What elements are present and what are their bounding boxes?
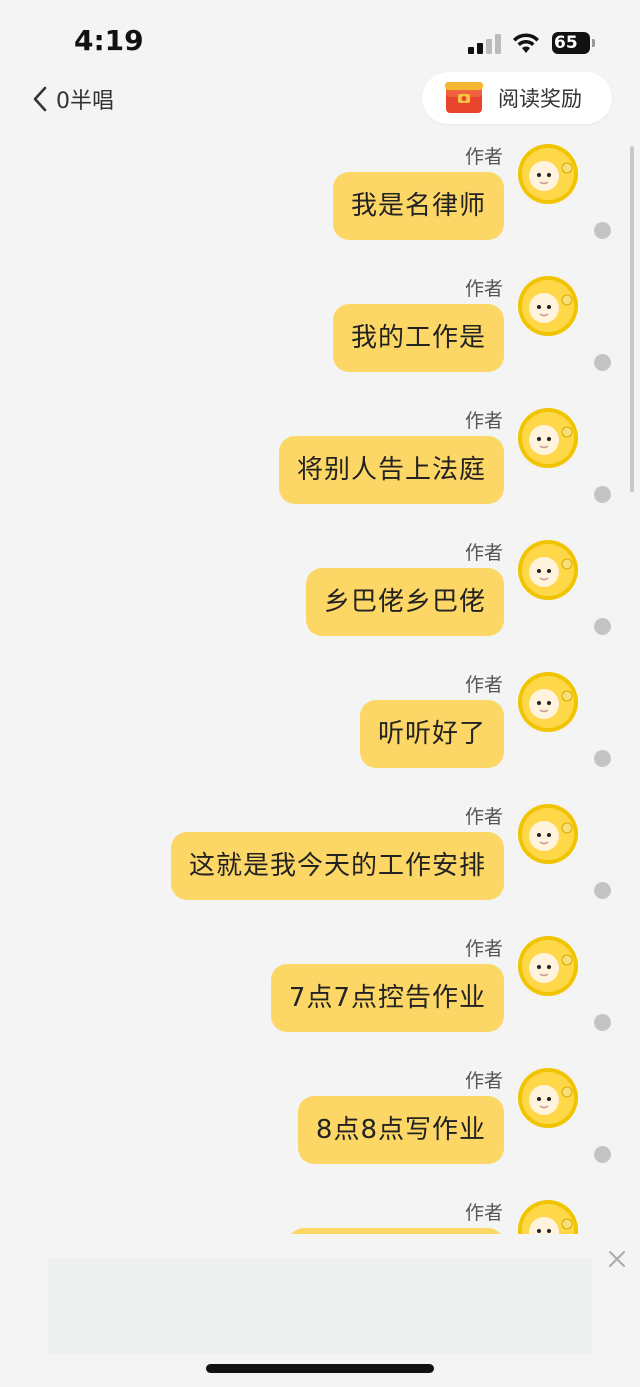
avatar[interactable] (516, 274, 580, 338)
signal-icon (468, 34, 502, 54)
avatar[interactable] (516, 142, 580, 206)
nav-title: 0半唱 (56, 89, 114, 114)
chat-message: 作者 乡巴佬乡巴佬 (0, 526, 640, 658)
message-bubble[interactable]: 我的工作是 (332, 304, 504, 372)
chat-message: 作者 我的工作是 (0, 262, 640, 394)
chat-message: 作者 将别人告上法庭 (0, 394, 640, 526)
avatar[interactable] (516, 406, 580, 470)
author-label: 作者 (464, 410, 503, 432)
message-bubble[interactable] (288, 1228, 504, 1234)
status-dot (594, 354, 611, 371)
red-envelope-icon (445, 82, 483, 113)
status-dot (594, 882, 611, 899)
chat-message: 作者 (0, 1186, 640, 1234)
author-label: 作者 (464, 542, 503, 564)
message-bubble[interactable]: 将别人告上法庭 (278, 436, 504, 504)
avatar[interactable] (516, 538, 580, 602)
status-dot (594, 618, 611, 635)
author-label: 作者 (464, 674, 503, 696)
author-label: 作者 (464, 278, 503, 300)
scrollbar[interactable] (630, 146, 634, 492)
status-dot (594, 486, 611, 503)
chat-message: 作者 7点7点控告作业 (0, 922, 640, 1054)
author-label: 作者 (464, 938, 503, 960)
chat-message: 作者 听听好了 (0, 658, 640, 790)
status-dot (594, 1014, 611, 1031)
wifi-icon (513, 33, 539, 53)
message-bubble[interactable]: 8点8点写作业 (297, 1096, 504, 1164)
message-bubble[interactable]: 这就是我今天的工作安排 (170, 832, 504, 900)
author-label: 作者 (464, 146, 503, 168)
status-dot (594, 750, 611, 767)
message-bubble[interactable]: 听听好了 (359, 700, 504, 768)
battery-level: 65 (552, 32, 590, 54)
author-label: 作者 (464, 806, 503, 828)
bottom-ad-panel[interactable] (48, 1258, 592, 1354)
battery-cap (592, 39, 595, 47)
reward-label: 阅读奖励 (498, 87, 582, 111)
author-label: 作者 (464, 1202, 503, 1224)
message-bubble[interactable]: 乡巴佬乡巴佬 (305, 568, 504, 636)
message-bubble[interactable]: 我是名律师 (332, 172, 504, 240)
reading-reward-button[interactable]: 阅读奖励 (422, 72, 612, 124)
back-button[interactable]: 0半唱 (32, 82, 114, 116)
chat-list[interactable]: 作者 我是名律师 作者 我的工作是 作者 将别人告上法庭 作者 乡巴佬乡巴佬 作… (0, 130, 640, 1234)
status-bar: 4:19 65 (0, 0, 640, 80)
author-label: 作者 (464, 1070, 503, 1092)
chevron-left-icon (33, 86, 47, 112)
avatar[interactable] (516, 670, 580, 734)
avatar[interactable] (516, 934, 580, 998)
close-icon[interactable] (606, 1248, 628, 1270)
avatar[interactable] (516, 1066, 580, 1130)
status-time: 4:19 (74, 24, 144, 57)
message-bubble[interactable]: 7点7点控告作业 (270, 964, 504, 1032)
avatar[interactable] (516, 802, 580, 866)
chat-message: 作者 这就是我今天的工作安排 (0, 790, 640, 922)
status-dot (594, 1146, 611, 1163)
chat-message: 作者 我是名律师 (0, 130, 640, 262)
chat-message: 作者 8点8点写作业 (0, 1054, 640, 1186)
avatar[interactable] (516, 1198, 580, 1234)
home-indicator[interactable] (206, 1364, 434, 1373)
status-dot (594, 222, 611, 239)
